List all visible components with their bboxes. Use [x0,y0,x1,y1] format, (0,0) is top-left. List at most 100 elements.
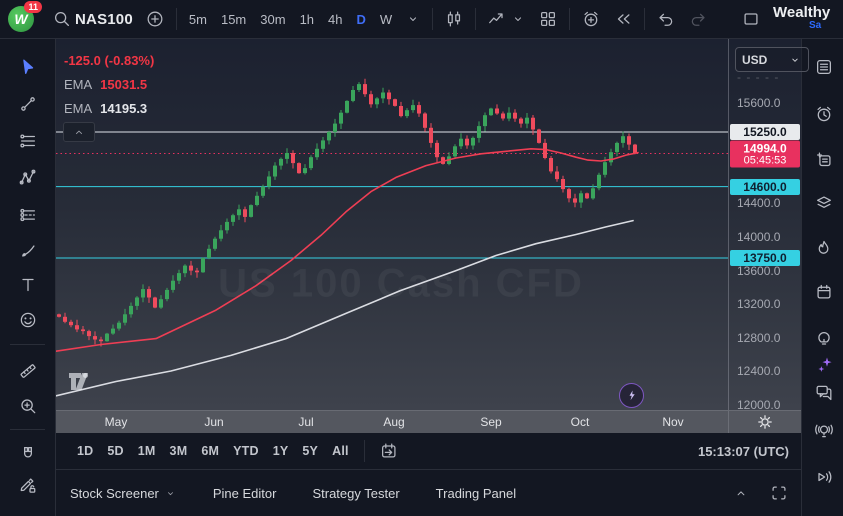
hotlist-flame-button[interactable] [809,235,839,261]
bar-countdown: 05:45:53 [730,156,800,167]
brush-icon [18,241,38,261]
emoji-icon [18,310,38,330]
range-ytd[interactable]: YTD [226,440,266,462]
panel-expand-up-button[interactable] [733,483,749,503]
draw-lock-tool[interactable] [13,472,43,498]
undo-button[interactable] [650,5,682,33]
panel-tab-label: Stock Screener [70,486,159,501]
text-tool[interactable] [13,272,43,298]
range-1d[interactable]: 1D [70,440,100,462]
interval-15m[interactable]: 15m [214,8,253,31]
range-6m[interactable]: 6M [194,440,226,462]
interval-1h[interactable]: 1h [293,8,321,31]
redo-button[interactable] [682,5,714,33]
currency-value: USD [742,53,767,67]
tradingview-logo[interactable] [69,373,99,392]
position-tool-tool[interactable] [13,202,43,228]
cursor-tool[interactable] [13,54,43,80]
zoom-in-tool[interactable] [13,393,43,419]
fullscreen-button[interactable] [735,5,767,33]
compare-add-symbol-button[interactable] [139,5,171,33]
ai-sparkle-button[interactable] [810,352,840,378]
interval-W[interactable]: W [373,8,399,31]
chart-canvas[interactable]: US 100 Cash CFD -125.0 (-0.83%) EMA15031… [56,39,728,410]
alerts-clock-button[interactable] [809,101,839,127]
interval-more-button[interactable] [399,7,427,31]
badge-price: 15250.0 [730,125,800,139]
top-toolbar: W 11 NAS100 5m15m30m1h4hDW Wealthy Sa [0,0,843,39]
ruler-tool[interactable] [13,358,43,384]
notification-badge: 11 [24,1,42,13]
panel-maximize-button[interactable] [769,483,789,503]
panel-tab-stock-screener[interactable]: Stock Screener [70,486,177,501]
ideas-bulb-button[interactable] [809,326,839,352]
interval-4h[interactable]: 4h [321,8,349,31]
toolbar-divider [10,344,45,345]
chart-settings-button[interactable] [728,411,801,433]
panel-tab-label: Trading Panel [436,486,516,501]
indicators-icon [487,9,507,29]
bar-replay-button[interactable] [607,5,639,33]
chart-style-button[interactable] [438,5,470,33]
broker-logo[interactable]: W 11 [6,4,40,34]
calendar-button[interactable] [809,279,839,305]
go-to-date-button[interactable] [373,439,405,463]
ema1-value: 15031.5 [100,77,147,92]
interval-5m[interactable]: 5m [182,8,214,31]
panel-tab-strategy-tester[interactable]: Strategy Tester [312,486,399,501]
trend-line-tool[interactable] [13,91,43,117]
utc-clock[interactable]: 15:13:07 (UTC) [698,444,789,459]
time-axis-months[interactable]: MayJunJulAugSepOctNov [56,411,728,433]
ema-line-0[interactable] [56,149,638,351]
legend-ema2-row[interactable]: EMA 14195.3 [64,97,154,121]
range-all[interactable]: All [325,440,356,462]
range-5d[interactable]: 5D [100,440,130,462]
live-ideas-icon [814,420,834,440]
symbol-search-button[interactable]: NAS100 [46,5,139,33]
bottom-panel-tabs: Stock Screener Pine Editor Strategy Tester… [70,486,552,501]
range-5y[interactable]: 5Y [295,440,325,462]
alarm-plus-icon [581,9,601,29]
brush-tool[interactable] [13,238,43,264]
ema-line-1[interactable] [56,221,633,396]
toolbar-separator [432,8,433,30]
interval-group: 5m15m30m1h4hDW [182,8,399,31]
range-1m[interactable]: 1M [131,440,163,462]
legend-change-row[interactable]: -125.0 (-0.83%) [64,49,154,73]
range-1y[interactable]: 1Y [266,440,296,462]
quick-trade-lightning-button[interactable] [619,383,644,408]
chat-button[interactable] [809,379,839,405]
panel-tab-trading-panel[interactable]: Trading Panel [436,486,516,501]
chat-icon [814,382,834,402]
range-3m[interactable]: 3M [163,440,195,462]
legend-collapse-button[interactable] [63,122,95,142]
xabcd-pattern-tool[interactable] [13,165,43,191]
watchlist-button[interactable] [809,54,839,80]
magnet-tool[interactable] [13,441,43,467]
calendar-icon [814,282,834,302]
streams-play-button[interactable] [809,464,839,490]
interval-D[interactable]: D [350,8,373,31]
plus-circle-icon [145,9,165,29]
currency-dropdown[interactable]: USD [735,47,809,72]
layout-grid-button[interactable] [532,5,564,33]
price-axis[interactable]: USD - - - - -15600.014400.014000.013600.… [728,39,802,410]
month-label-sep: Sep [480,415,501,429]
panel-tab-pine-editor[interactable]: Pine Editor [213,486,277,501]
live-ideas-button[interactable] [809,417,839,443]
replay-icon [613,9,633,29]
fib-lines-tool[interactable] [13,128,43,154]
interval-30m[interactable]: 30m [253,8,292,31]
create-alert-button[interactable] [575,5,607,33]
layers-button[interactable] [809,190,839,216]
ema2-value: 14195.3 [100,101,147,116]
news-compose-button[interactable] [809,147,839,173]
legend-ema1-row[interactable]: EMA15031.5 [64,73,154,97]
emoji-tool[interactable] [13,307,43,333]
ema2-label: EMA [64,101,92,116]
panel-tab-label: Pine Editor [213,486,277,501]
undo-icon [656,9,676,29]
indicators-button[interactable] [481,5,532,33]
drawing-toolbar [0,39,56,516]
axis-tick-128000: 12800.0 [737,331,780,345]
